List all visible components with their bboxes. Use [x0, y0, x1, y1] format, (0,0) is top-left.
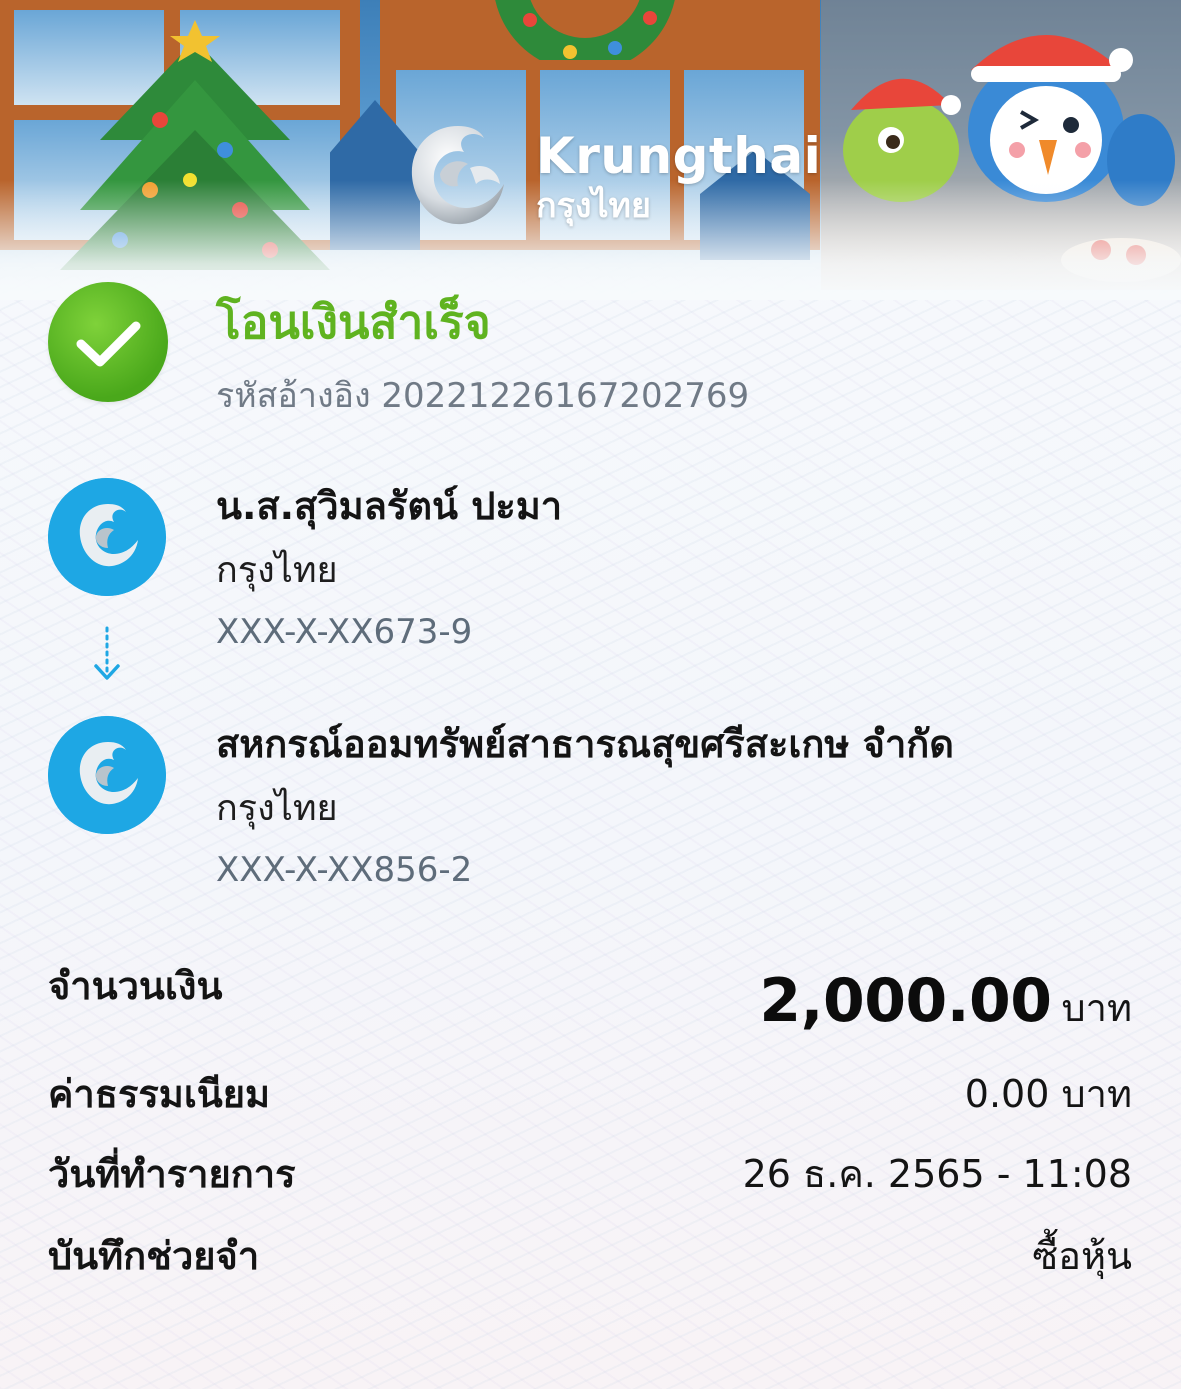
receiver-account: XXX-X-XX856-2 — [216, 850, 473, 890]
status-title: โอนเงินสำเร็จ — [216, 295, 491, 349]
check-circle-icon — [48, 282, 168, 402]
brand-name-thai: กรุงไทย — [536, 186, 651, 226]
memo-value: ซื้อหุ้น — [1032, 1234, 1132, 1278]
krungthai-bird-logo-icon — [48, 716, 166, 834]
arrow-down-dotted-icon — [94, 626, 120, 680]
amount-value-group: 2,000.00 บาท — [759, 966, 1132, 1036]
sender-bank: กรุงไทย — [216, 550, 338, 591]
reference-number: รหัสอ้างอิง 20221226167202769 — [216, 374, 749, 418]
date-value: 26 ธ.ค. 2565 - 11:08 — [742, 1152, 1132, 1196]
amount-row: จำนวนเงิน 2,000.00 บาท — [48, 962, 1132, 1042]
krungthai-bird-logo-icon — [411, 126, 504, 225]
sender-name: น.ส.สุวิมลรัตน์ ปะมา — [216, 484, 563, 528]
sender-account: XXX-X-XX673-9 — [216, 612, 473, 652]
krungthai-bird-logo-icon — [48, 478, 166, 596]
brand-name: Krungthai — [536, 127, 822, 185]
amount-unit: บาท — [1061, 986, 1132, 1030]
christmas-wreath-illustration — [495, 0, 675, 60]
amount-value: 2,000.00 — [759, 966, 1052, 1036]
receiver-bank: กรุงไทย — [216, 788, 338, 829]
memo-label: บันทึกช่วยจำ — [48, 1234, 260, 1278]
header-banner: Krungthai กรุงไทย — [0, 0, 1181, 300]
date-label: วันที่ทำรายการ — [48, 1152, 296, 1196]
date-row: วันที่ทำรายการ 26 ธ.ค. 2565 - 11:08 — [48, 1150, 1132, 1200]
memo-row: บันทึกช่วยจำ ซื้อหุ้น — [48, 1232, 1132, 1282]
fee-row: ค่าธรรมเนียม 0.00 บาท — [48, 1070, 1132, 1120]
fee-value: 0.00 บาท — [964, 1072, 1132, 1116]
amount-label: จำนวนเงิน — [48, 964, 223, 1008]
receiver-name: สหกรณ์ออมทรัพย์สาธารณสุขศรีสะเกษ จำกัด — [216, 722, 954, 766]
reference-label: รหัสอ้างอิง — [216, 376, 371, 416]
brand-logo-group: Krungthai กรุงไทย — [400, 118, 821, 234]
reference-value: 20221226167202769 — [381, 376, 750, 416]
fee-label: ค่าธรรมเนียม — [48, 1072, 271, 1116]
